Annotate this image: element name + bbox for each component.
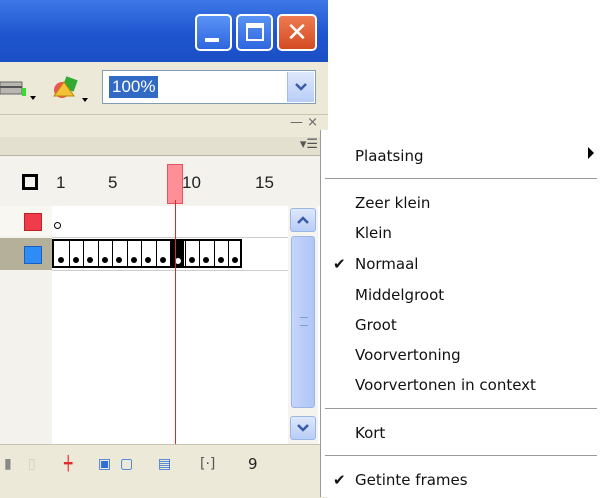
close-button[interactable]: ✕ (277, 14, 317, 51)
context-menu: Plaatsing Zeer klein Klein ✔ Normaal Mid… (320, 130, 601, 497)
ruler-label-5: 5 (108, 173, 118, 192)
keyframe-dot[interactable] (131, 257, 137, 263)
check-icon: ✔ (333, 255, 346, 273)
delete-layer-icon[interactable]: ▮ (4, 456, 12, 472)
timeline-panel-header: ▾☰ (0, 137, 328, 156)
toolbar: 100% (0, 62, 328, 115)
frame-divider (214, 241, 215, 266)
panel-controls: — × (290, 115, 318, 130)
frame-divider (69, 241, 70, 266)
frame-divider (228, 241, 229, 266)
scroll-thumb[interactable] (291, 236, 315, 408)
ruler-label-1: 1 (56, 173, 66, 192)
keyframe-span[interactable] (52, 239, 242, 268)
scroll-down-button[interactable] (290, 416, 316, 440)
frame-divider (83, 241, 84, 266)
timeline-footer: ▮ ▯ ┿ ▣ ▢ ▤ [·] 9 (0, 444, 328, 498)
menu-separator (325, 408, 597, 409)
ruler-label-10: 10 (182, 173, 201, 192)
frame-divider (185, 241, 186, 266)
panel-close-icon[interactable]: × (307, 115, 318, 130)
keyframe-dot[interactable] (73, 257, 79, 263)
menu-item-klein[interactable]: Klein (355, 224, 392, 242)
keyframe-dot[interactable] (145, 257, 151, 263)
menu-item-voorvertonen-in-context[interactable]: Voorvertonen in context (355, 376, 536, 394)
playhead-line (175, 200, 176, 445)
close-icon: ✕ (286, 17, 308, 48)
keyframe-dot[interactable] (203, 257, 209, 263)
menu-separator (325, 178, 597, 179)
frame-row[interactable] (52, 206, 288, 238)
grip-icon (300, 317, 308, 326)
center-frame-icon[interactable]: ┿ (64, 456, 72, 472)
onion-skin-icon[interactable]: ▣ (98, 456, 111, 472)
empty-keyframe-icon[interactable] (54, 222, 61, 229)
chevron-down-icon[interactable] (287, 72, 314, 102)
keyframe-dot[interactable] (218, 257, 224, 263)
menu-item-getinte-frames[interactable]: Getinte frames (355, 471, 468, 489)
edit-symbols-icon[interactable] (48, 72, 92, 104)
frame-grid[interactable] (52, 206, 288, 444)
layer-color-swatch[interactable] (24, 213, 42, 231)
scroll-up-button[interactable] (290, 208, 316, 232)
frame-divider (98, 241, 99, 266)
current-frame-number: 9 (248, 455, 258, 473)
menu-item-plaatsing[interactable]: Plaatsing (355, 147, 424, 165)
keyframe-dot[interactable] (116, 257, 122, 263)
playhead[interactable] (167, 164, 183, 204)
window-titlebar: ✕ (0, 0, 328, 62)
frame-divider (141, 241, 142, 266)
timeline-ruler[interactable]: 1 5 10 15 (0, 156, 328, 206)
layer-list (0, 206, 53, 444)
check-icon: ✔ (333, 471, 346, 489)
menu-separator (325, 455, 597, 456)
lock-icon[interactable]: ▯ (28, 456, 36, 472)
submenu-arrow-icon (588, 147, 594, 159)
menu-item-voorvertoning[interactable]: Voorvertoning (355, 346, 461, 364)
zoom-value: 100% (109, 76, 159, 98)
minimize-icon (205, 38, 219, 42)
panel-minimize-icon[interactable]: — (290, 115, 303, 130)
keyframe-dot[interactable] (160, 257, 166, 263)
panel-top-strip: — × (0, 115, 328, 137)
frame-divider (127, 241, 128, 266)
ruler-label-15: 15 (255, 173, 274, 192)
frame-row[interactable] (52, 238, 288, 271)
menu-item-normaal[interactable]: Normaal (355, 255, 418, 273)
frame-divider (170, 241, 171, 266)
keyframe-dot[interactable] (189, 257, 195, 263)
minimize-button[interactable] (195, 14, 232, 51)
keyframe-dot[interactable] (87, 257, 93, 263)
frame-divider (156, 241, 157, 266)
panel-menu-icon[interactable]: ▾☰ (300, 137, 318, 152)
edit-multiple-frames-icon[interactable]: ▤ (158, 456, 171, 472)
keyframe-dot[interactable] (232, 257, 238, 263)
layer-row[interactable] (0, 206, 52, 236)
layer-color-swatch[interactable] (24, 246, 42, 264)
edit-scene-icon[interactable] (0, 74, 40, 102)
maximize-button[interactable] (236, 14, 273, 51)
frame-divider (112, 241, 113, 266)
zoom-select[interactable]: 100% (102, 70, 316, 104)
vertical-scrollbar[interactable] (288, 206, 318, 444)
frame-divider (199, 241, 200, 266)
keyframe-dot[interactable] (102, 257, 108, 263)
keyframe-dot[interactable] (58, 257, 64, 263)
menu-item-kort[interactable]: Kort (355, 424, 385, 442)
menu-item-groot[interactable]: Groot (355, 316, 397, 334)
outline-toggle-icon[interactable] (22, 174, 38, 190)
menu-item-zeer-klein[interactable]: Zeer klein (355, 194, 430, 212)
onion-outline-icon[interactable]: ▢ (120, 456, 133, 472)
menu-item-middelgroot[interactable]: Middelgroot (355, 286, 444, 304)
maximize-icon (246, 23, 264, 41)
modify-markers-icon[interactable]: [·] (200, 456, 215, 472)
layer-row-selected[interactable] (0, 238, 52, 270)
